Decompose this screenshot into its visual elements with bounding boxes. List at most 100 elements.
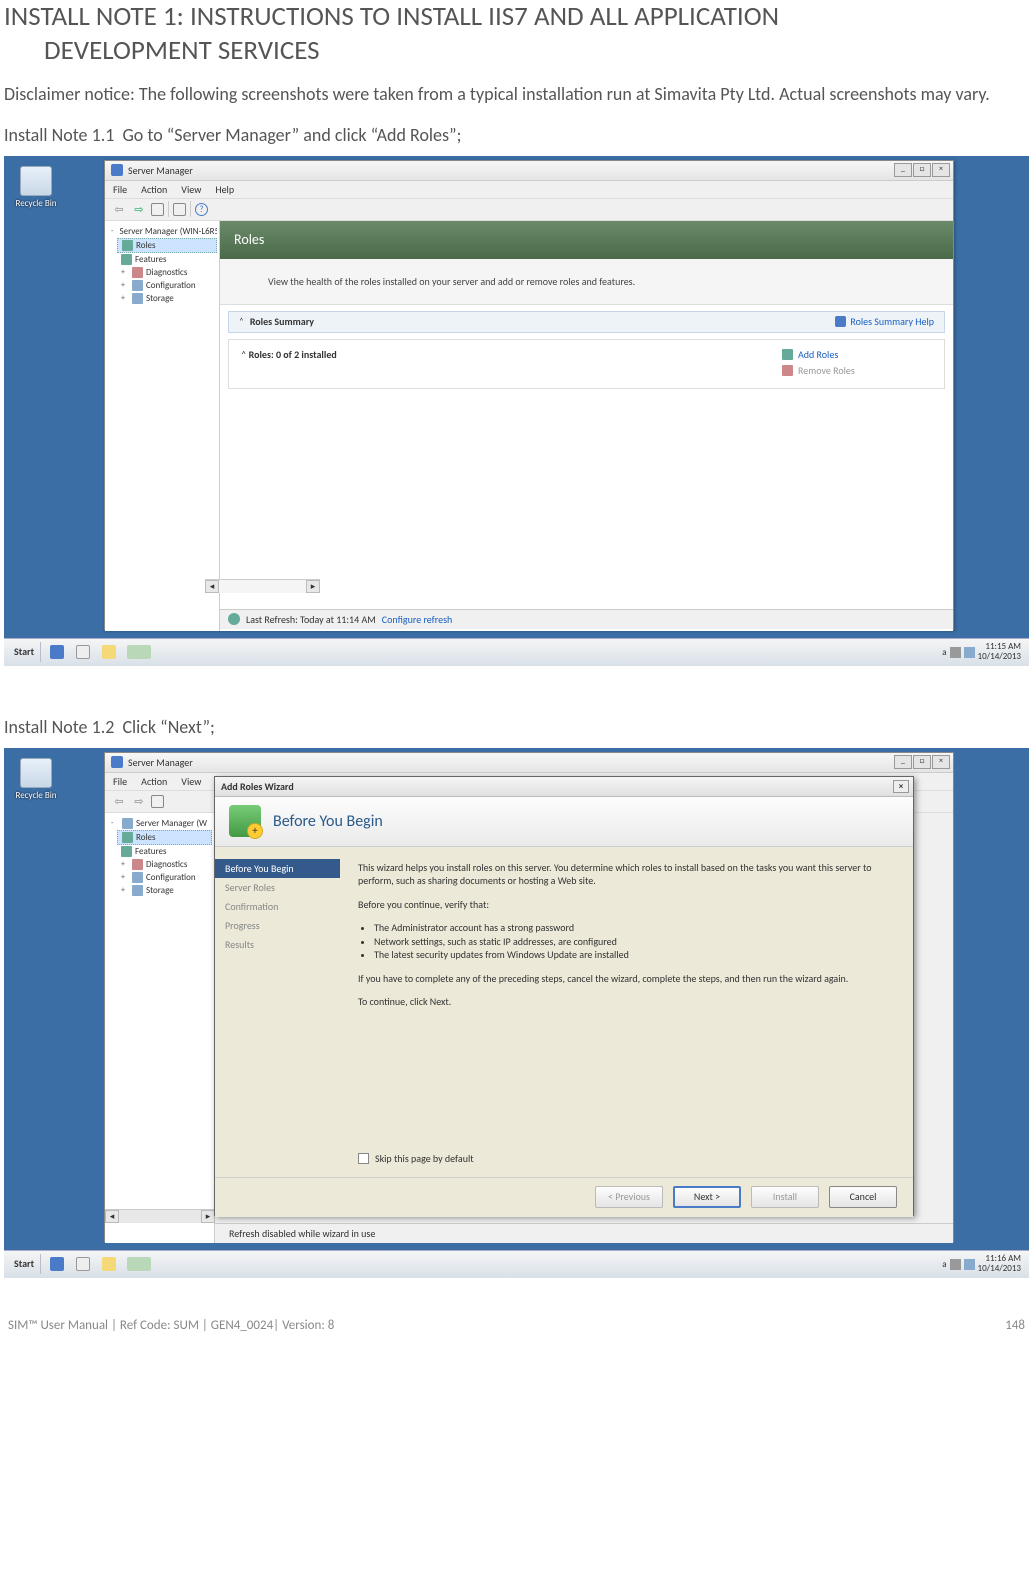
skip-label: Skip this page by default	[375, 1152, 474, 1165]
tree-storage[interactable]: +Storage	[117, 884, 212, 897]
taskbar-clock[interactable]: 11:16 AM 10/14/2013	[978, 1254, 1021, 1274]
title-line-2: DEVELOPMENT SERVICES	[4, 34, 1029, 68]
toolbar-divider	[190, 201, 191, 217]
footer-left: SIM™ User Manual | Ref Code: SUM | GEN4_…	[8, 1318, 334, 1333]
tree-storage[interactable]: +Storage	[117, 292, 217, 305]
close-button[interactable]: ×	[932, 755, 950, 769]
roles-summary-help-link[interactable]: Roles Summary Help	[835, 315, 934, 328]
roles-summary-bar[interactable]: ˄ Roles Summary Roles Summary Help	[228, 311, 945, 333]
recycle-bin[interactable]: Recycle Bin	[12, 166, 60, 209]
tray-network-icon[interactable]	[964, 647, 975, 658]
maximize-button[interactable]: □	[913, 163, 931, 177]
recycle-bin[interactable]: Recycle Bin	[12, 758, 60, 801]
tray-icon[interactable]	[950, 1259, 961, 1270]
tree-diagnostics[interactable]: +Diagnostics	[117, 858, 212, 871]
start-button[interactable]: Start	[8, 1254, 41, 1274]
nav-server-roles[interactable]: Server Roles	[215, 878, 340, 897]
scroll-left-icon[interactable]: ◂	[205, 580, 219, 593]
help-icon[interactable]: ?	[195, 203, 208, 216]
taskbar-app-icon[interactable]	[123, 1254, 155, 1274]
roles-description: View the health of the roles installed o…	[220, 259, 953, 305]
tree-roles[interactable]: Roles	[117, 238, 217, 253]
add-roles-wizard: Add Roles Wizard × Before You Begin Befo…	[214, 776, 914, 1216]
taskbar-clock[interactable]: 11:15 AM 10/14/2013	[978, 642, 1021, 662]
taskbar-explorer-icon[interactable]	[97, 1254, 121, 1274]
menu-file[interactable]: File	[113, 183, 127, 196]
recycle-bin-icon	[20, 758, 52, 788]
tray-network-icon[interactable]	[964, 1259, 975, 1270]
wizard-titlebar[interactable]: Add Roles Wizard ×	[215, 777, 913, 797]
status-bar: Refresh disabled while wizard in use	[215, 1223, 953, 1243]
skip-checkbox[interactable]	[358, 1153, 369, 1164]
tree-diagnostics[interactable]: +Diagnostics	[117, 266, 217, 279]
forward-icon[interactable]: ⇨	[131, 793, 147, 809]
add-roles-link[interactable]: Add Roles	[782, 348, 932, 361]
remove-icon	[782, 365, 793, 376]
scroll-right-icon[interactable]: ▸	[201, 1210, 215, 1223]
menu-action[interactable]: Action	[141, 183, 167, 196]
cancel-button[interactable]: Cancel	[829, 1186, 897, 1208]
maximize-button[interactable]: □	[913, 755, 931, 769]
toolbar-icon-2[interactable]	[173, 203, 186, 216]
nav-progress[interactable]: Progress	[215, 916, 340, 935]
next-button[interactable]: Next >	[673, 1186, 741, 1208]
toolbar-icon-1[interactable]	[151, 203, 164, 216]
system-tray: a 11:15 AM 10/14/2013	[938, 642, 1025, 662]
minimize-button[interactable]: _	[894, 163, 912, 177]
tree-features[interactable]: Features	[117, 253, 217, 266]
nav-before-you-begin[interactable]: Before You Begin	[215, 859, 340, 878]
menu-help[interactable]: Help	[215, 183, 234, 196]
taskbar-powershell-icon[interactable]	[71, 642, 95, 662]
tray-lang[interactable]: a	[942, 647, 946, 658]
recycle-bin-label: Recycle Bin	[12, 790, 60, 801]
start-button[interactable]: Start	[8, 642, 41, 662]
tree-features[interactable]: Features	[117, 845, 212, 858]
status-text: Last Refresh: Today at 11:14 AM	[246, 613, 376, 626]
menu-view[interactable]: View	[181, 775, 201, 788]
tree-configuration[interactable]: +Configuration	[117, 279, 217, 292]
window-titlebar[interactable]: Server Manager _ □ ×	[105, 753, 953, 773]
nav-confirmation[interactable]: Confirmation	[215, 897, 340, 916]
nav-results[interactable]: Results	[215, 935, 340, 954]
tree-configuration[interactable]: +Configuration	[117, 871, 212, 884]
remove-roles-link[interactable]: Remove Roles	[782, 364, 932, 377]
window-titlebar[interactable]: Server Manager _ □ ×	[105, 161, 953, 181]
roles-summary-title: Roles Summary	[250, 315, 314, 328]
menu-action[interactable]: Action	[141, 775, 167, 788]
server-manager-window: Server Manager _ □ × File Action View He…	[104, 160, 954, 630]
taskbar-explorer-icon[interactable]	[97, 642, 121, 662]
tray-lang[interactable]: a	[942, 1259, 946, 1270]
skip-checkbox-row[interactable]: Skip this page by default	[358, 1152, 474, 1165]
toolbar-divider	[168, 201, 169, 217]
forward-icon[interactable]: ⇨	[131, 201, 147, 217]
menu-file[interactable]: File	[113, 775, 127, 788]
wizard-body: Before You Begin Server Roles Confirmati…	[215, 847, 913, 1177]
tree-scrollbar[interactable]: ◂▸	[205, 579, 320, 593]
screenshot-2: Recycle Bin Server Manager _ □ × File Ac…	[4, 748, 1029, 1278]
tray-icon[interactable]	[950, 647, 961, 658]
taskbar-powershell-icon[interactable]	[71, 1254, 95, 1274]
previous-button: < Previous	[595, 1186, 663, 1208]
wizard-close-button[interactable]: ×	[893, 780, 909, 793]
toolbar-icon[interactable]	[151, 795, 164, 808]
taskbar-server-manager-icon[interactable]	[45, 1254, 69, 1274]
step-1-text: Go to “Server Manager” and click “Add Ro…	[122, 124, 461, 146]
taskbar-server-manager-icon[interactable]	[45, 642, 69, 662]
configure-refresh-link[interactable]: Configure refresh	[382, 613, 452, 626]
tree-root[interactable]: -Server Manager (WIN-L6R5PB3T8C	[107, 225, 217, 238]
tree-roles[interactable]: Roles	[117, 830, 212, 845]
tree-root[interactable]: -Server Manager (W	[107, 817, 212, 830]
back-icon[interactable]: ⇦	[111, 793, 127, 809]
wizard-header: Before You Begin	[215, 797, 913, 847]
scroll-right-icon[interactable]: ▸	[306, 580, 320, 593]
tree-scrollbar[interactable]: ◂▸	[105, 1209, 215, 1223]
system-tray: a 11:16 AM 10/14/2013	[938, 1254, 1025, 1274]
close-button[interactable]: ×	[932, 163, 950, 177]
wizard-content: This wizard helps you install roles on t…	[340, 847, 913, 1177]
back-icon[interactable]: ⇦	[111, 201, 127, 217]
minimize-button[interactable]: _	[894, 755, 912, 769]
taskbar-app-icon[interactable]	[123, 642, 155, 662]
menu-view[interactable]: View	[181, 183, 201, 196]
help-icon	[835, 316, 846, 327]
scroll-left-icon[interactable]: ◂	[105, 1210, 119, 1223]
